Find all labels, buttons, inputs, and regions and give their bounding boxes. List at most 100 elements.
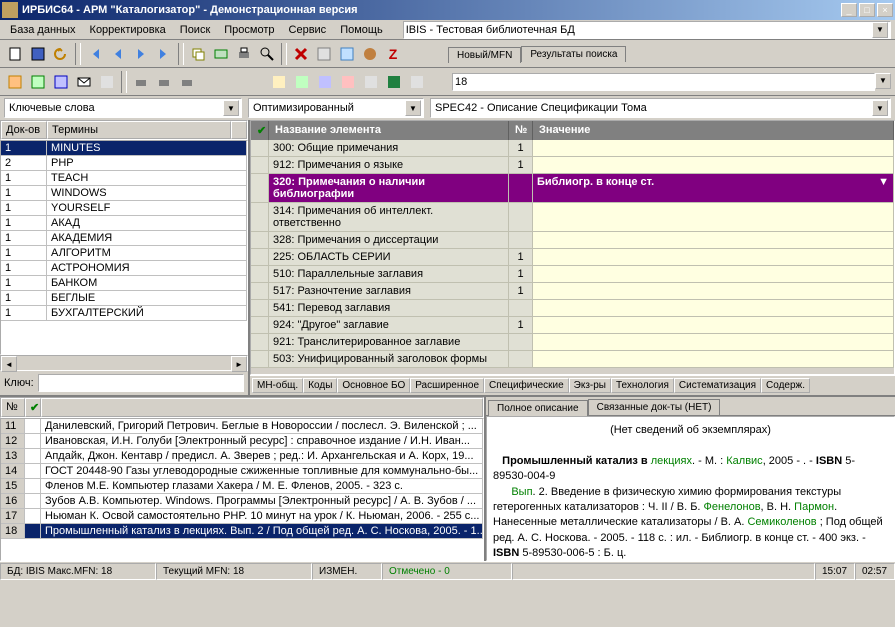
t3-btn1[interactable] <box>268 71 290 93</box>
field-row[interactable]: 320: Примечания о наличии библиографииБи… <box>251 174 894 203</box>
mfn-input[interactable]: 18 <box>452 73 875 91</box>
chevron-down-icon[interactable]: ▼ <box>872 22 888 38</box>
t2-mail-icon[interactable] <box>73 71 95 93</box>
page-tab[interactable]: Специфические <box>484 378 569 393</box>
t3-btn4[interactable] <box>337 71 359 93</box>
minimize-button[interactable]: _ <box>841 3 857 17</box>
terms-row[interactable]: 1БУХГАЛТЕРСКИЙ <box>1 306 247 321</box>
t2-btn3[interactable] <box>50 71 72 93</box>
t2-print2-icon[interactable] <box>153 71 175 93</box>
field-row[interactable]: 328: Примечания о диссертации <box>251 232 894 249</box>
chevron-down-icon[interactable]: ▼ <box>223 100 239 116</box>
save-icon[interactable] <box>27 43 49 65</box>
page-tab[interactable]: Содерж. <box>761 378 810 393</box>
print-icon[interactable] <box>233 43 255 65</box>
terms-row[interactable]: 1WINDOWS <box>1 186 247 201</box>
tab-related-docs[interactable]: Связанные док-ты (НЕТ) <box>588 399 721 415</box>
page-tab[interactable]: Расширенное <box>410 378 484 393</box>
field-row[interactable]: 924: "Другое" заглавие1 <box>251 317 894 334</box>
terms-row[interactable]: 1БЕГЛЫЕ <box>1 291 247 306</box>
new-icon[interactable] <box>4 43 26 65</box>
terms-grid[interactable]: 1MINUTES2PHP1TEACH1WINDOWS1YOURSELF1АКАД… <box>0 140 248 355</box>
menu-service[interactable]: Сервис <box>283 22 333 38</box>
record-row[interactable]: 11Данилевский, Григорий Петрович. Беглые… <box>1 419 483 434</box>
add-icon[interactable] <box>210 43 232 65</box>
field-row[interactable]: 517: Разночтение заглавия1 <box>251 283 894 300</box>
page-tab[interactable]: Коды <box>303 378 337 393</box>
record-row[interactable]: 18Промышленный катализ в лекциях. Вып. 2… <box>1 524 483 539</box>
menu-correction[interactable]: Корректировка <box>84 22 172 38</box>
page-tab[interactable]: Технология <box>611 378 674 393</box>
database-select[interactable]: IBIS - Тестовая библиотечная БД ▼ <box>403 21 891 39</box>
menu-view[interactable]: Просмотр <box>218 22 280 38</box>
field-row[interactable]: 503: Унифицированный заголовок формы <box>251 351 894 368</box>
tool2-icon[interactable] <box>336 43 358 65</box>
key-input[interactable] <box>38 374 244 392</box>
tool3-icon[interactable] <box>359 43 381 65</box>
t3-btn7[interactable] <box>406 71 428 93</box>
undo-icon[interactable] <box>50 43 72 65</box>
terms-row[interactable]: 2PHP <box>1 156 247 171</box>
record-row[interactable]: 15Фленов М.Е. Компьютер глазами Хакера /… <box>1 479 483 494</box>
tab-search-results[interactable]: Результаты поиска <box>521 46 626 62</box>
t2-print3-icon[interactable] <box>176 71 198 93</box>
terms-row[interactable]: 1АЛГОРИТМ <box>1 246 247 261</box>
z-icon[interactable]: Z <box>382 43 404 65</box>
field-row[interactable]: 921: Транслитерированное заглавие <box>251 334 894 351</box>
tab-full-description[interactable]: Полное описание <box>488 400 588 416</box>
maximize-button[interactable]: □ <box>859 3 875 17</box>
record-row[interactable]: 17Ньюман К. Освой самостоятельно PHP. 10… <box>1 509 483 524</box>
combo-keywords[interactable]: Ключевые слова▼ <box>4 98 242 118</box>
tool1-icon[interactable] <box>313 43 335 65</box>
tab-new-mfn[interactable]: Новый/MFN <box>448 47 521 63</box>
field-row[interactable]: 225: ОБЛАСТЬ СЕРИИ1 <box>251 249 894 266</box>
delete-icon[interactable] <box>290 43 312 65</box>
t2-btn5[interactable] <box>96 71 118 93</box>
field-row[interactable]: 314: Примечания об интеллект. ответствен… <box>251 203 894 232</box>
terms-row[interactable]: 1YOURSELF <box>1 201 247 216</box>
copy-icon[interactable] <box>187 43 209 65</box>
terms-header-count[interactable]: Док-ов <box>1 121 47 139</box>
terms-row[interactable]: 1АКАДЕМИЯ <box>1 231 247 246</box>
close-button[interactable]: × <box>877 3 893 17</box>
record-row[interactable]: 13Апдайк, Джон. Кентавр / предисл. А. Зв… <box>1 449 483 464</box>
record-row[interactable]: 16Зубов А.В. Компьютер. Windows. Програм… <box>1 494 483 509</box>
menu-help[interactable]: Помощь <box>334 22 389 38</box>
field-row[interactable]: 510: Параллельные заглавия1 <box>251 266 894 283</box>
chevron-down-icon[interactable]: ▼ <box>405 100 421 116</box>
field-grid[interactable]: ✔ Название элемента № Значение 300: Общи… <box>250 120 895 375</box>
records-grid[interactable]: 11Данилевский, Григорий Петрович. Беглые… <box>0 418 484 561</box>
records-header-no[interactable]: № <box>1 398 25 417</box>
terms-row[interactable]: 1TEACH <box>1 171 247 186</box>
field-row[interactable]: 541: Перевод заглавия <box>251 300 894 317</box>
terms-scrollbar-h[interactable]: ◄► <box>0 355 248 371</box>
t3-excel-icon[interactable] <box>383 71 405 93</box>
field-row[interactable]: 300: Общие примечания1 <box>251 140 894 157</box>
combo-spec[interactable]: SPEC42 - Описание Спецификации Тома▼ <box>430 98 891 118</box>
t3-btn3[interactable] <box>314 71 336 93</box>
terms-row[interactable]: 1БАНКОМ <box>1 276 247 291</box>
first-icon[interactable] <box>84 43 106 65</box>
t2-btn1[interactable] <box>4 71 26 93</box>
page-tab[interactable]: Экз-ры <box>569 378 611 393</box>
terms-row[interactable]: 1АКАД <box>1 216 247 231</box>
record-row[interactable]: 14ГОСТ 20448-90 Газы углеводородные сжиж… <box>1 464 483 479</box>
terms-row[interactable]: 1MINUTES <box>1 141 247 156</box>
page-tab[interactable]: МН-общ. <box>252 378 303 393</box>
terms-row[interactable]: 1АСТРОНОМИЯ <box>1 261 247 276</box>
page-tab[interactable]: Основное БО <box>337 378 410 393</box>
t3-btn2[interactable] <box>291 71 313 93</box>
record-row[interactable]: 12Ивановская, И.Н. Голуби [Электронный р… <box>1 434 483 449</box>
chevron-down-icon[interactable]: ▼ <box>872 100 888 116</box>
find-icon[interactable] <box>256 43 278 65</box>
combo-optimized[interactable]: Оптимизированный▼ <box>248 98 424 118</box>
field-row[interactable]: 912: Примечания о языке1 <box>251 157 894 174</box>
last-icon[interactable] <box>153 43 175 65</box>
prev-icon[interactable] <box>107 43 129 65</box>
t2-print1-icon[interactable] <box>130 71 152 93</box>
next-icon[interactable] <box>130 43 152 65</box>
terms-header-term[interactable]: Термины <box>47 121 231 139</box>
menu-search[interactable]: Поиск <box>174 22 216 38</box>
t2-btn2[interactable] <box>27 71 49 93</box>
mfn-dropdown-icon[interactable]: ▼ <box>875 73 891 89</box>
